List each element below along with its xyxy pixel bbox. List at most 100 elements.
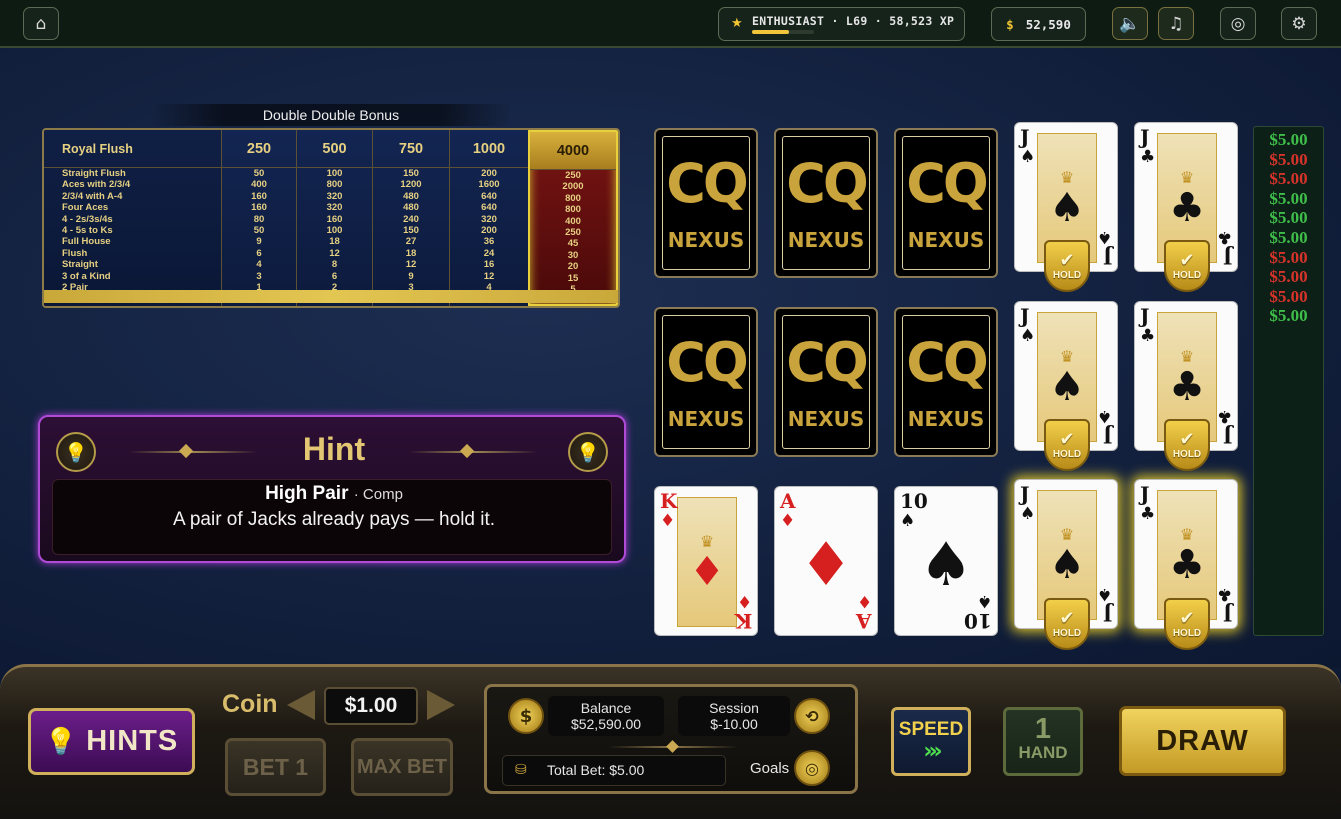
paytable-payout: 16 [483, 259, 495, 271]
hold-label: HOLD [1052, 269, 1082, 281]
lightbulb-icon: 💡 [44, 726, 79, 757]
spade-icon: ♠ [1096, 227, 1112, 247]
paytable-hand-name: 4 - 5s to Ks [62, 224, 113, 236]
playing-card[interactable]: ♛ ♦ K ♦ K ♦ [654, 486, 758, 636]
coin-label: Coin [222, 690, 278, 718]
paytable-column-250: 250504001601608050964311 [221, 130, 296, 306]
paytable-payout: 6 [331, 270, 338, 282]
refresh-icon[interactable]: ⟲ [794, 698, 830, 734]
total-bet-label: Total Bet: [547, 762, 606, 778]
paytable-payout: 480 [403, 202, 419, 214]
suit-icon: ♠ [1049, 184, 1085, 231]
jacks-or-better-highlight-row [44, 290, 618, 303]
max-bet-button[interactable]: MAX BET [351, 738, 453, 796]
playing-card[interactable]: ♦ A ♦ A ♦ [774, 486, 878, 636]
card-back: CQ NEXUS [774, 128, 878, 278]
spade-icon: ♠ [976, 591, 992, 611]
suit-icon: ♠ [1049, 541, 1085, 588]
paytable-hand-name: Flush [62, 247, 88, 259]
hold-badge[interactable]: ✔ HOLD [1044, 419, 1090, 471]
paytable-column-1000: 100020016006406403202003624161244 [449, 130, 528, 306]
paytable-payout: 160 [326, 213, 343, 225]
card-back-logo: CQ [906, 331, 989, 394]
target-icon[interactable]: ◎ [794, 750, 830, 786]
home-button[interactable]: ⌂ [23, 7, 59, 40]
hand-bet-value: $5.00 [1269, 227, 1308, 247]
crown-icon: ♛ [1179, 346, 1195, 366]
paytable-payout: 800 [565, 204, 581, 216]
sound-button[interactable]: 🔈 [1112, 7, 1148, 40]
hold-badge[interactable]: ✔ HOLD [1164, 240, 1210, 292]
spade-icon: ♠ [1096, 584, 1112, 604]
paytable-payout: 800 [565, 192, 581, 204]
hold-label: HOLD [1172, 448, 1202, 460]
coin-decrease-arrow-icon[interactable] [287, 690, 315, 720]
paytable-payout: 160 [251, 202, 267, 214]
paytable-payout: 250 [565, 170, 581, 181]
paytable-payout: 320 [326, 190, 343, 202]
paytable-column-header: 500 [297, 130, 372, 168]
crown-icon: ♛ [699, 531, 715, 551]
card-back-brand: NEXUS [907, 228, 985, 252]
suit-icon: ♠ [1049, 363, 1085, 410]
paytable-payout: 18 [329, 236, 340, 248]
hints-label: HINTS [86, 725, 179, 757]
paytable-hand-name: 4 - 2s/3s/4s [62, 213, 113, 225]
bet-one-button[interactable]: BET 1 [225, 738, 326, 796]
face-card-art: ♛ ♦ [677, 497, 737, 627]
paytable-payout: 150 [403, 168, 419, 179]
paytable-payout: 12 [329, 247, 340, 259]
goals-button[interactable]: ◎ [1220, 7, 1256, 40]
star-icon: ★ [731, 16, 743, 31]
diamond-icon: ♦ [780, 511, 796, 531]
music-button[interactable]: ♫ [1158, 7, 1194, 40]
hint-panel: 💡 💡 Hint High Pair · Comp A pair of Jack… [38, 415, 626, 563]
playing-card[interactable]: ♠ 10 ♠ 10 ♠ [894, 486, 998, 636]
card-rank: J [1222, 424, 1232, 448]
card-back: CQ NEXUS [654, 307, 758, 457]
paytable-hand-name: Aces with 2/3/4 [62, 179, 131, 191]
card-rank: J [1020, 482, 1030, 506]
card-back: CQ NEXUS [894, 307, 998, 457]
crown-icon: ♛ [1179, 524, 1195, 544]
paytable-column-500: 50010080032032016010018128622 [296, 130, 372, 306]
balance-box: Balance $52,590.00 [548, 696, 664, 736]
paytable-hand-name: 2/3/4 with A-4 [62, 190, 123, 202]
suit-icon: ♣ [1169, 363, 1205, 410]
paytable-payout: 200 [481, 168, 497, 179]
speed-button[interactable]: SPEED ››› [891, 707, 971, 776]
hold-badge[interactable]: ✔ HOLD [1044, 240, 1090, 292]
crown-icon: ♛ [1059, 346, 1075, 366]
paytable-payout: 50 [253, 168, 265, 179]
paytable-payout: 27 [405, 236, 417, 248]
card-back-logo: CQ [786, 152, 869, 215]
paytable-title: Double Double Bonus [150, 104, 512, 126]
draw-button[interactable]: DRAW [1119, 706, 1286, 776]
paytable-payout: 1200 [400, 179, 422, 191]
club-icon: ♣ [1216, 406, 1232, 426]
hold-badge[interactable]: ✔ HOLD [1164, 598, 1210, 650]
suit-icon: ♣ [1169, 541, 1205, 588]
hand-count-button[interactable]: 1 HAND [1003, 707, 1083, 776]
paytable-payout: 8 [331, 259, 338, 271]
hint-hand: High Pair [265, 483, 349, 504]
hand-label: HAND [1018, 743, 1068, 762]
paytable-payout: 36 [483, 236, 495, 248]
card-rank: J [1222, 602, 1232, 626]
hint-heading: High Pair · Comp [40, 483, 628, 505]
hold-label: HOLD [1052, 627, 1082, 639]
settings-button[interactable]: ⚙ [1281, 7, 1317, 40]
diamond-icon: ♦ [660, 511, 676, 531]
spade-icon: ♠ [900, 511, 916, 531]
hints-button[interactable]: 💡 HINTS [28, 708, 195, 775]
club-icon: ♣ [1140, 504, 1156, 524]
hold-badge[interactable]: ✔ HOLD [1164, 419, 1210, 471]
card-rank: J [1020, 304, 1030, 328]
paytable-payout: 640 [481, 202, 497, 214]
card-rank: J [1222, 245, 1232, 269]
coin-increase-arrow-icon[interactable] [427, 690, 455, 720]
home-icon: ⌂ [35, 13, 47, 34]
hand-bet-value: $5.00 [1269, 247, 1308, 267]
card-rank: J [1102, 245, 1112, 269]
hold-badge[interactable]: ✔ HOLD [1044, 598, 1090, 650]
